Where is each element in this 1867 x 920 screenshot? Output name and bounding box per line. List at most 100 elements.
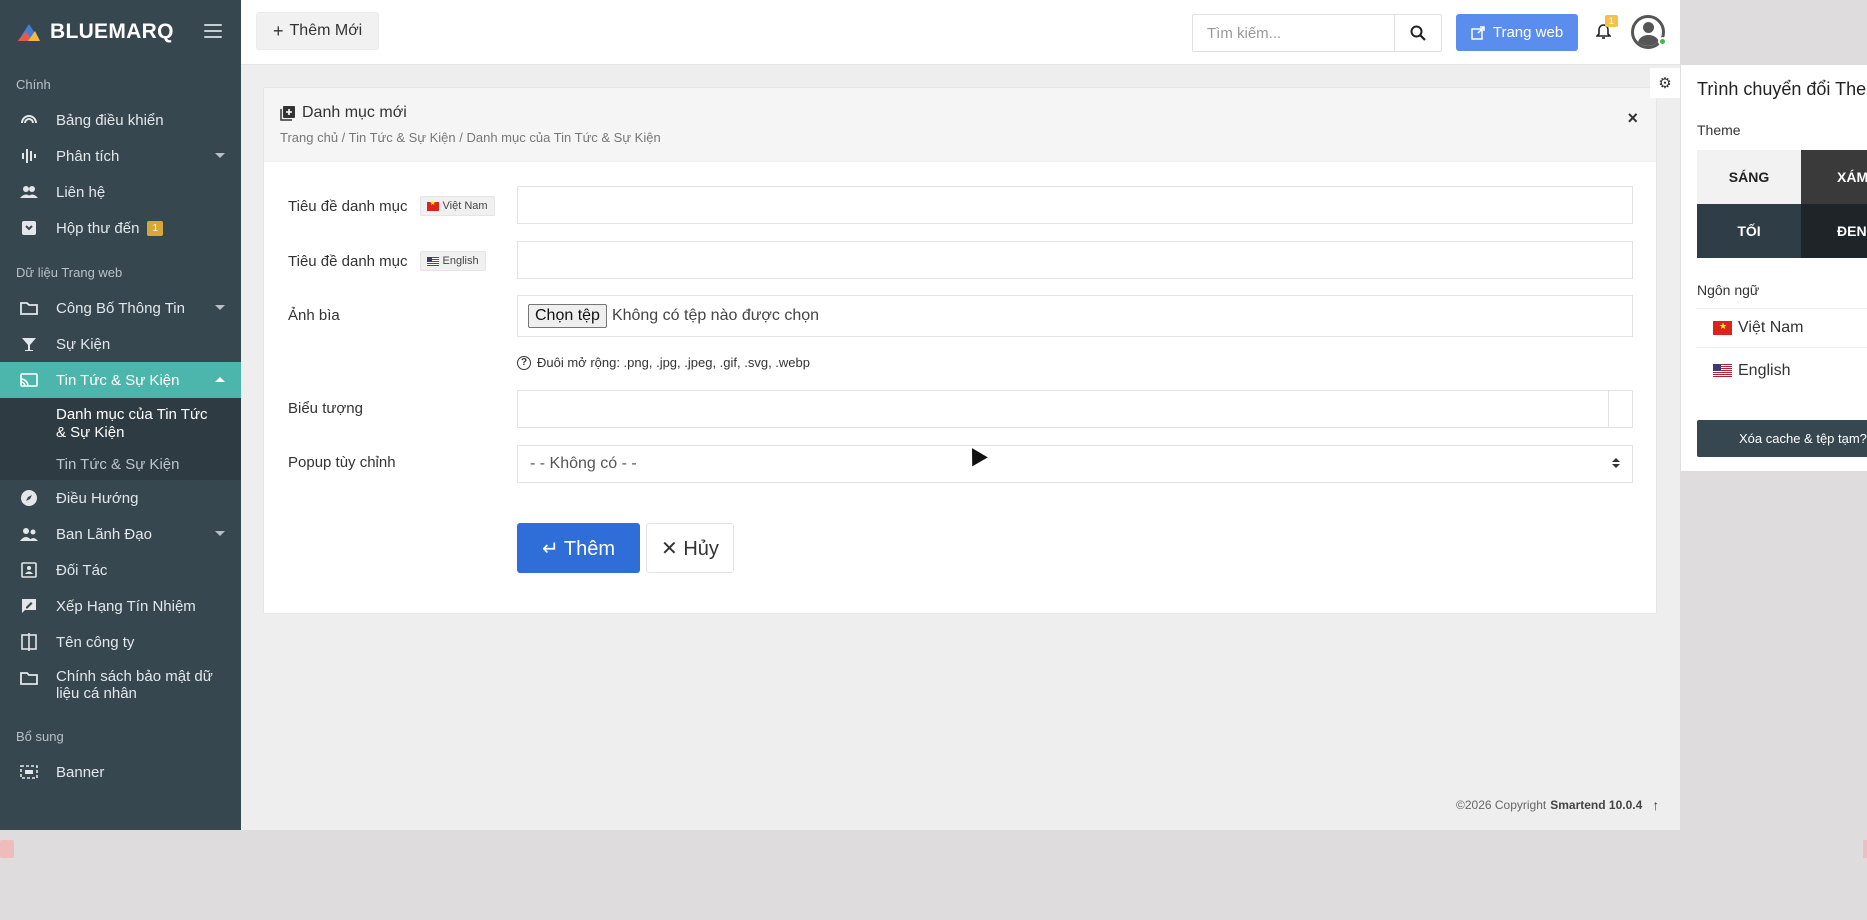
sidebar-item-label: Xếp Hạng Tín Nhiệm [56, 597, 196, 615]
brand[interactable]: BLUEMARQ [0, 0, 241, 64]
theme-gray-option[interactable]: XÁM [1801, 150, 1867, 204]
external-link-icon [1471, 25, 1485, 40]
rss-icon [0, 840, 14, 858]
card-header: Danh mục mới Trang chủ / Tin Tức & Sự Ki… [264, 88, 1656, 162]
category-title-vi-input[interactable] [517, 186, 1633, 224]
theme-settings-toggle[interactable]: ⚙ [1650, 68, 1680, 98]
main-content: Danh mục mới Trang chủ / Tin Tức & Sự Ki… [241, 65, 1680, 830]
choose-file-button[interactable]: Chọn tệp [528, 304, 607, 328]
page-title: Danh mục mới [280, 104, 1656, 122]
notifications-button[interactable]: 1 [1595, 15, 1619, 45]
clear-cache-button[interactable]: Xóa cache & tệp tạm? [1697, 420, 1867, 457]
section-label-website-data: Dữ liệu Trang web [16, 264, 123, 280]
breadcrumb: Trang chủ / Tin Tức & Sự Kiện / Danh mục… [280, 130, 661, 145]
extensions-hint: ? Đuôi mở rộng: .png, .jpg, .jpeg, .gif,… [517, 355, 810, 370]
logo-icon [18, 24, 40, 41]
page-title-text: Danh mục mới [302, 104, 407, 121]
extensions-hint-text: Đuôi mở rộng: .png, .jpg, .jpeg, .gif, .… [537, 355, 810, 370]
theme-switcher-panel: Trình chuyển đổi Theme Theme SÁNG XÁM TỐ… [1680, 65, 1867, 471]
language-option-en[interactable]: English [1697, 351, 1867, 391]
us-flag-icon [1713, 364, 1732, 378]
chevron-up-icon [215, 377, 225, 382]
sidebar-item-label: Ban Lãnh Đạo [56, 525, 152, 543]
inbox-icon [20, 219, 38, 237]
dashboard-icon [20, 111, 38, 129]
sidebar-item-partners[interactable]: Đối Tác [0, 552, 241, 588]
sidebar-item-dashboard[interactable]: Bảng điều khiển [0, 102, 241, 138]
compass-icon [20, 489, 38, 507]
theme-black-option[interactable]: ĐEN [1801, 204, 1867, 258]
sidebar-subitem-news-list[interactable]: Tin Tức & Sự Kiện [0, 448, 241, 480]
add-box-icon [280, 106, 295, 121]
sidebar-item-label: Sự Kiện [56, 335, 111, 353]
search-box: Tìm kiếm... [1192, 14, 1442, 52]
category-title-label-en: Tiêu đề danh mục English [288, 251, 486, 271]
theme-panel-title: Trình chuyển đổi Theme [1697, 79, 1867, 99]
sidebar-item-label: Liên hệ [56, 183, 106, 201]
sidebar-item-inbox[interactable]: Hộp thư đến 1 [0, 210, 241, 246]
close-button[interactable]: × [1627, 108, 1638, 129]
add-new-label: Thêm Mới [289, 22, 363, 39]
sidebar-item-analytics[interactable]: Phân tích [0, 138, 241, 174]
sidebar-item-contacts[interactable]: Liên hệ [0, 174, 241, 210]
language-tag-en: English [419, 251, 486, 271]
brand-name: BLUEMARQ [50, 20, 174, 43]
website-button[interactable]: Trang web [1456, 14, 1578, 51]
sidebar-item-privacy[interactable]: Chính sách bảo mật dữ liệu cá nhân [0, 660, 241, 710]
search-input[interactable]: Tìm kiếm... [1193, 15, 1395, 51]
sidebar-subitem-news-categories[interactable]: Danh mục của Tin Tức & Sự Kiện [0, 398, 241, 448]
submit-add-button[interactable]: ↵ Thêm [517, 523, 640, 573]
language-label: Ngôn ngữ [1697, 282, 1760, 298]
topbar: + Thêm Mới Tìm kiếm... Trang web 1 [241, 0, 1680, 65]
language-option-vi[interactable]: Việt Nam [1697, 308, 1867, 348]
category-title-en-input[interactable] [517, 241, 1633, 279]
icon-input[interactable] [517, 390, 1633, 428]
us-flag-icon [426, 256, 439, 266]
popup-select[interactable]: - - Không có - - [517, 445, 1633, 483]
sidebar-item-announcements[interactable]: Công Bố Thông Tin [0, 290, 241, 326]
sidebar-item-label: Chính sách bảo mật dữ liệu cá nhân [56, 668, 213, 702]
sidebar-item-events[interactable]: Sự Kiện [0, 326, 241, 362]
inbox-count-badge: 1 [147, 220, 163, 236]
sidebar-item-credit-rating[interactable]: Xếp Hạng Tín Nhiệm [0, 588, 241, 624]
language-option-label: Việt Nam [1738, 319, 1804, 336]
sidebar-item-leadership[interactable]: Ban Lãnh Đạo [0, 516, 241, 552]
field-label: Tiêu đề danh mục [288, 197, 408, 215]
footer-copyright: ©2026 Copyright [1456, 798, 1547, 812]
sidebar-item-navigation[interactable]: Điều Hướng [0, 480, 241, 516]
scroll-top-icon[interactable]: ↑ [1652, 797, 1659, 813]
chevron-down-icon [215, 153, 225, 158]
sidebar-item-banner[interactable]: Banner [0, 754, 241, 790]
category-title-label-vi: Tiêu đề danh mục Việt Nam [288, 196, 495, 216]
cover-file-input[interactable]: Chọn tệp Không có tệp nào được chọn [517, 295, 1633, 337]
hamburger-menu-icon[interactable] [204, 24, 222, 38]
sidebar-item-label: Phân tích [56, 147, 120, 165]
sidebar-item-news[interactable]: Tin Tức & Sự Kiện [0, 362, 241, 398]
language-option-label: English [1738, 362, 1791, 379]
sidebar-item-label: Đối Tác [56, 561, 108, 579]
add-new-button[interactable]: + Thêm Mới [256, 12, 380, 50]
cocktail-icon [20, 335, 38, 353]
language-tag-label: English [442, 255, 479, 267]
sidebar-item-label: Banner [56, 763, 105, 781]
theme-light-option[interactable]: SÁNG [1697, 150, 1801, 204]
theme-label: Theme [1697, 122, 1741, 138]
field-label: Tiêu đề danh mục [288, 252, 408, 270]
website-button-label: Trang web [1492, 24, 1564, 41]
footer-product: Smartend 10.0.4 [1550, 798, 1643, 812]
edge-marker [1863, 840, 1867, 858]
analytics-icon [20, 147, 38, 165]
popup-select-value: - - Không có - - [530, 455, 637, 472]
language-tag-label: Việt Nam [442, 200, 488, 212]
language-tag-vi: Việt Nam [419, 196, 495, 216]
sidebar-item-label: Hộp thư đến [56, 219, 140, 237]
cancel-button[interactable]: ✕ Hủy [646, 523, 734, 573]
sidebar-item-company-name[interactable]: Tên công ty [0, 624, 241, 660]
file-status-text: Không có tệp nào được chọn [611, 307, 820, 324]
theme-dark-option[interactable]: TỐI [1697, 204, 1801, 258]
users-icon [20, 183, 38, 201]
folder-icon [20, 299, 38, 317]
chevron-down-icon [215, 305, 225, 310]
search-button[interactable] [1395, 15, 1441, 51]
online-status-dot [1658, 37, 1667, 46]
